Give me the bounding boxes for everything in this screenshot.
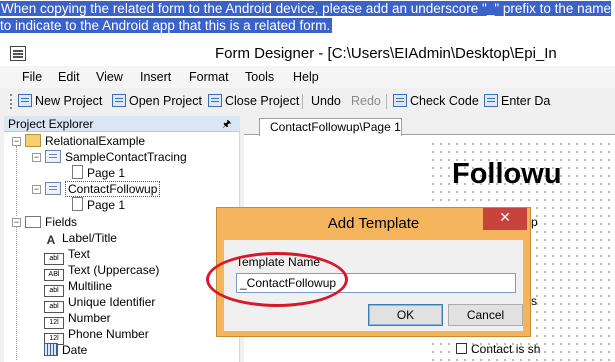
form-checkbox-field[interactable]: Contact is sh xyxy=(456,342,540,356)
enter-data-icon xyxy=(484,94,498,107)
collapse-icon[interactable]: − xyxy=(12,218,21,227)
form-field-fragment[interactable]: s xyxy=(531,294,537,308)
field-item-unique-identifier[interactable]: abl Unique Identifier xyxy=(44,294,155,313)
field-item-label-title[interactable]: A Label/Title xyxy=(44,230,117,247)
instruction-caption: When copying the related form to the And… xyxy=(0,1,611,33)
cancel-button[interactable]: Cancel xyxy=(448,304,523,326)
check-code-icon xyxy=(393,94,407,107)
main-toolbar: New Project Open Project Close Project U… xyxy=(0,89,615,114)
label-title-icon: A xyxy=(46,233,56,247)
project-explorer-panel: Project Explorer 🖈 − RelationalExample − S… xyxy=(4,116,240,362)
tree-item-page[interactable]: Page 1 xyxy=(72,197,125,213)
form-icon xyxy=(45,182,61,195)
check-code-button[interactable]: Check Code xyxy=(393,94,479,110)
toolbar-separator xyxy=(302,94,303,109)
undo-button[interactable]: Undo xyxy=(311,94,341,110)
menu-tools[interactable]: Tools xyxy=(245,70,274,84)
pin-icon[interactable]: 🖈 xyxy=(222,117,231,134)
menu-file[interactable]: File xyxy=(22,70,42,84)
new-project-button[interactable]: New Project xyxy=(18,94,102,110)
tree-item-page[interactable]: Page 1 xyxy=(72,165,125,181)
app-form-icon[interactable] xyxy=(10,46,26,61)
menu-insert[interactable]: Insert xyxy=(140,70,171,84)
project-folder-icon xyxy=(25,134,41,147)
project-explorer-title: Project Explorer xyxy=(8,117,94,131)
field-item-text-uppercase[interactable]: ABl Text (Uppercase) xyxy=(44,262,159,281)
menu-format[interactable]: Format xyxy=(189,70,229,84)
collapse-icon[interactable]: − xyxy=(32,185,41,194)
menu-view[interactable]: View xyxy=(96,70,123,84)
close-project-icon xyxy=(208,94,222,107)
window-title: Form Designer - [C:\Users\EIAdmin\Deskto… xyxy=(215,45,557,62)
add-template-dialog: Add Template ✕ Template Name _ContactFol… xyxy=(216,207,531,337)
close-icon[interactable]: ✕ xyxy=(483,208,527,230)
ok-button[interactable]: OK xyxy=(368,304,443,326)
template-name-input[interactable]: _ContactFollowup xyxy=(236,273,516,293)
field-item-number[interactable]: 12l Number xyxy=(44,310,111,329)
menu-bar: File Edit View Insert Format Tools Help xyxy=(0,66,615,88)
title-bar: Form Designer - [C:\Users\EIAdmin\Deskto… xyxy=(0,42,615,66)
document-tab-bar: ContactFollowup\Page 1 xyxy=(244,116,615,136)
page-icon xyxy=(72,197,83,211)
tree-item-fields-group[interactable]: − Fields xyxy=(12,214,77,230)
menu-edit[interactable]: Edit xyxy=(58,70,80,84)
field-item-text[interactable]: abl Text xyxy=(44,246,90,265)
tree-item-form[interactable]: − SampleContactTracing xyxy=(32,149,187,165)
close-project-button[interactable]: Close Project xyxy=(208,94,299,110)
project-explorer-header: Project Explorer 🖈 xyxy=(4,116,240,132)
page-icon xyxy=(72,165,83,179)
field-item-date[interactable]: Date xyxy=(44,342,87,358)
checkbox-icon[interactable] xyxy=(456,343,467,354)
tree-connector xyxy=(16,224,17,360)
redo-button[interactable]: Redo xyxy=(351,94,381,110)
toolbar-separator xyxy=(386,94,387,109)
field-item-phone-number[interactable]: 12l Phone Number xyxy=(44,326,149,345)
open-project-button[interactable]: Open Project xyxy=(112,94,202,110)
tree-item-form-selected[interactable]: − ContactFollowup xyxy=(32,181,161,197)
form-title-label[interactable]: Followu xyxy=(452,158,562,191)
form-icon xyxy=(45,150,61,163)
tree-item-project[interactable]: − RelationalExample xyxy=(12,133,145,149)
field-item-multiline[interactable]: abl Multiline xyxy=(44,278,112,297)
fields-icon xyxy=(25,216,41,228)
template-name-label: Template Name xyxy=(236,255,321,269)
form-field-fragment[interactable]: p xyxy=(531,215,538,229)
open-folder-icon xyxy=(112,94,126,107)
tree-connector xyxy=(16,146,17,216)
collapse-icon[interactable]: − xyxy=(32,153,41,162)
menu-help[interactable]: Help xyxy=(293,70,319,84)
calendar-icon xyxy=(44,343,58,356)
tab-contactfollowup-page1[interactable]: ContactFollowup\Page 1 xyxy=(259,118,402,136)
new-project-icon xyxy=(18,94,32,107)
dialog-body: Template Name _ContactFollowup OK Cancel xyxy=(224,240,523,331)
enter-data-button[interactable]: Enter Da xyxy=(484,94,550,110)
toolbar-grip[interactable] xyxy=(10,94,12,109)
collapse-icon[interactable]: − xyxy=(12,137,21,146)
